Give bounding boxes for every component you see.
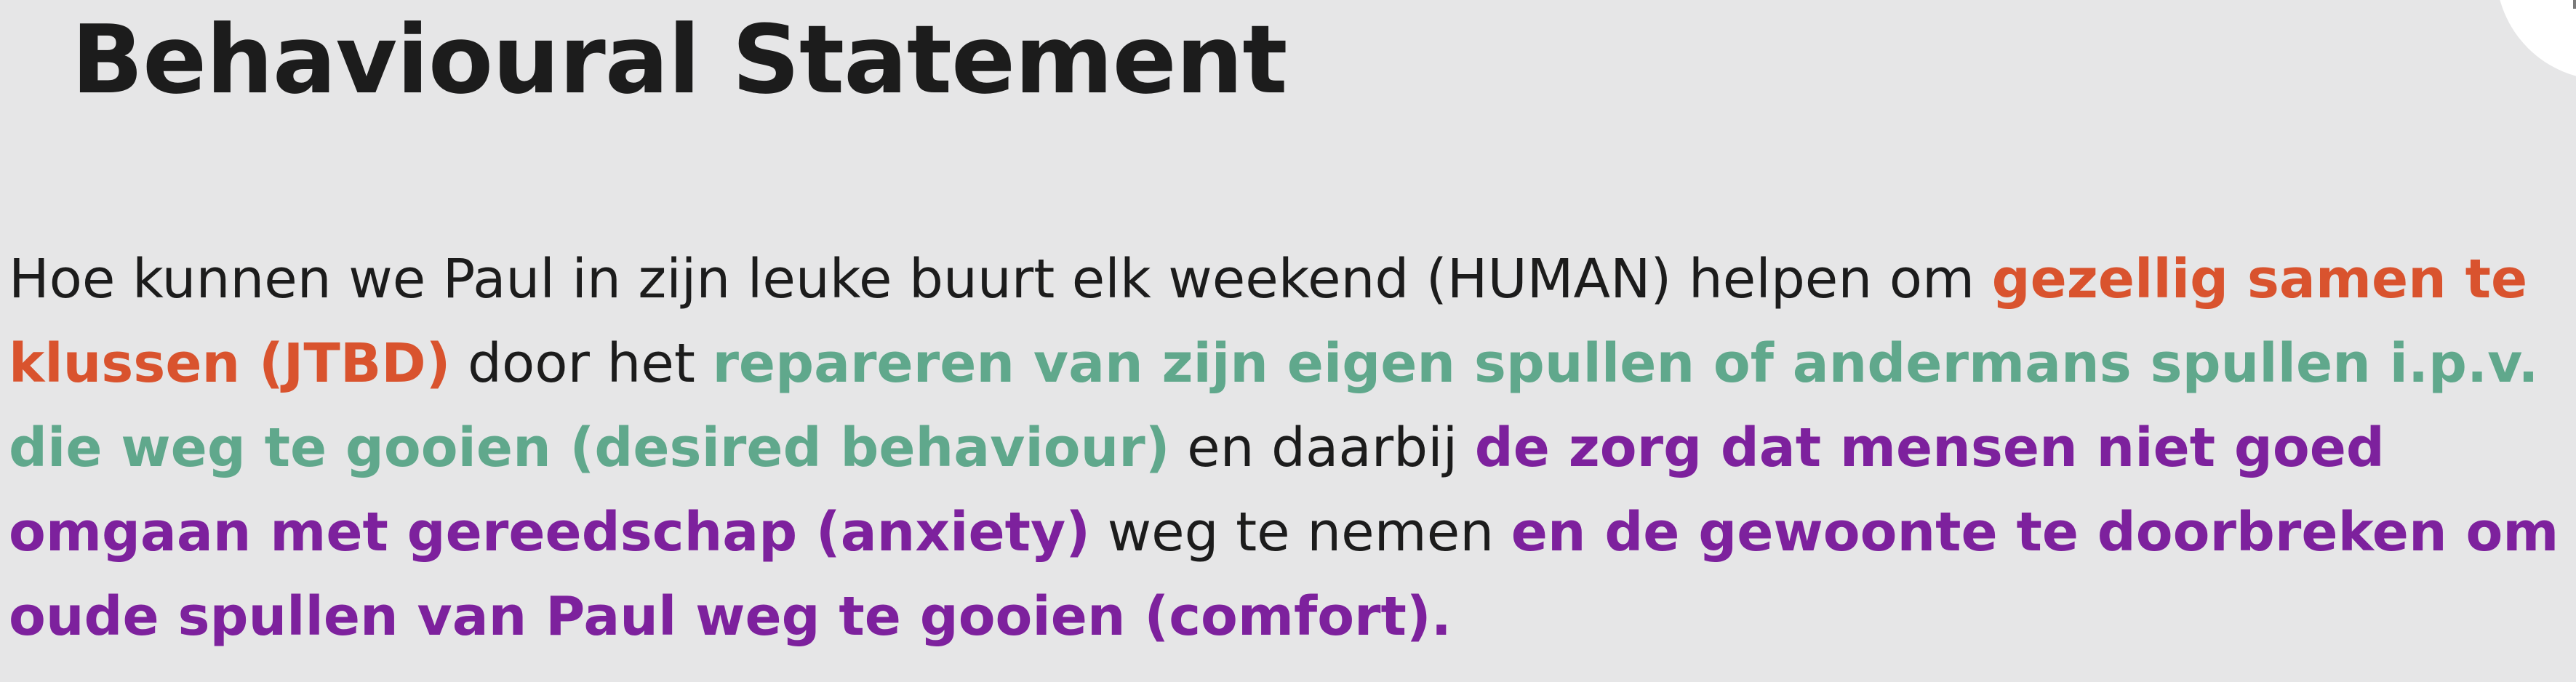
statement-text-intro: Hoe kunnen we Paul in zijn leuke buurt e… <box>9 248 1992 310</box>
slide: Behavioural Statement Hoe kunnen we Paul… <box>0 0 2576 682</box>
slide-title: Behavioural Statement <box>71 4 1287 115</box>
behavioural-statement: Hoe kunnen we Paul in zijn leuke buurt e… <box>9 237 2576 659</box>
statement-text-connector-2: en daarbij <box>1169 417 1475 479</box>
page-corner <box>2496 0 2576 80</box>
corner-marker <box>2573 0 2576 9</box>
statement-text-connector-3: weg te nemen <box>1090 501 1511 563</box>
statement-text-connector-1: door het <box>450 332 713 395</box>
